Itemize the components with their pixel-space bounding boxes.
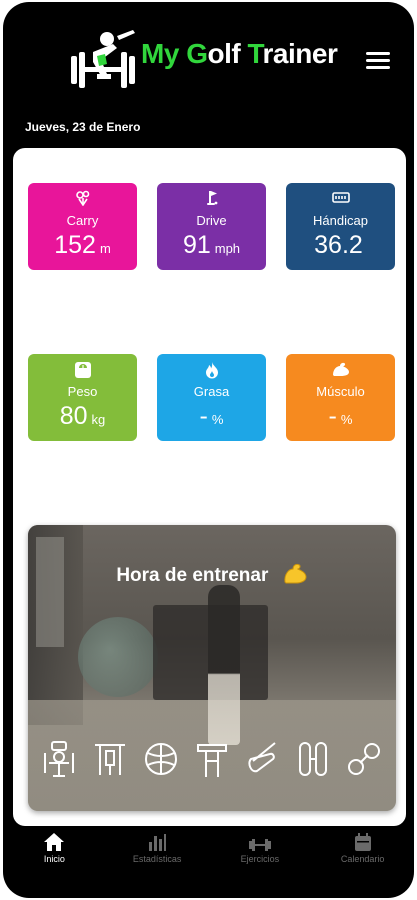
nav-calendario[interactable]: Calendario <box>311 828 414 876</box>
stat-value: -% <box>328 402 353 430</box>
flame-icon <box>157 361 266 379</box>
stat-label: Peso <box>67 384 98 399</box>
stat-value: 91 mph <box>182 231 241 259</box>
stat-card-drive[interactable]: Drive 91 mph <box>157 183 266 270</box>
stat-label: Músculo <box>316 384 365 399</box>
bottom-navigation: Inicio Estadísticas Ejercicios Calendari… <box>3 828 414 876</box>
golf-flag-icon <box>157 190 266 208</box>
brand-word-trainer: Trainer <box>247 38 338 69</box>
scale-icon <box>28 361 137 379</box>
calendar-icon <box>311 828 414 854</box>
golfer-weightlifter-logo-icon <box>71 30 135 88</box>
nav-label: Estadísticas <box>132 854 182 864</box>
hamburger-menu-icon[interactable] <box>366 52 390 70</box>
athlete-photo <box>208 585 240 745</box>
stat-value: 152 m <box>54 231 111 259</box>
stat-label: Carry <box>66 213 99 228</box>
current-date: Jueves, 23 de Enero <box>25 120 141 134</box>
stat-value: 80 kg <box>59 402 106 430</box>
flexed-arm-icon <box>286 361 395 379</box>
nav-inicio[interactable]: Inicio <box>3 828 106 876</box>
nav-ejercicios[interactable]: Ejercicios <box>209 828 312 876</box>
equipment-icons-row <box>28 737 396 781</box>
stat-card-handicap[interactable]: Hándicap 36.2 <box>286 183 395 270</box>
stat-card-peso[interactable]: Peso 80 kg <box>28 354 137 441</box>
app-screen: My Golf Trainer Jueves, 23 de Enero Carr… <box>3 2 414 898</box>
dumbbell-icon <box>344 737 384 781</box>
stat-value: 36.2 <box>314 231 363 259</box>
stat-card-musculo[interactable]: Músculo -% <box>286 354 395 441</box>
brand-word-my: My <box>141 38 179 69</box>
flexed-biceps-icon <box>284 563 307 584</box>
home-icon <box>3 828 106 854</box>
stat-label: Hándicap <box>313 213 368 228</box>
brand-title: My Golf Trainer <box>141 38 338 70</box>
brand-word-golf: Golf <box>186 38 241 69</box>
dumbbell-icon <box>209 828 312 854</box>
nav-estadisticas[interactable]: Estadísticas <box>106 828 209 876</box>
nav-label: Inicio <box>43 854 65 864</box>
pullup-bar-icon <box>90 737 130 781</box>
kettlebell-station-icon <box>192 737 232 781</box>
medicine-ball-icon <box>141 737 181 781</box>
stat-card-grasa[interactable]: Grasa -% <box>157 354 266 441</box>
trx-strap-icon <box>243 737 283 781</box>
stat-card-carry[interactable]: Carry 152 m <box>28 183 137 270</box>
bar-chart-icon <box>106 828 209 854</box>
training-card[interactable]: Hora de entrenar <box>28 525 396 811</box>
stat-label: Drive <box>196 213 227 228</box>
stat-label: Grasa <box>193 384 230 399</box>
golf-bag-icon <box>28 190 137 208</box>
dashboard-panel: Carry 152 m Drive 91 mph Hándicap 36.2 P… <box>13 148 406 826</box>
scorecard-icon <box>286 190 395 208</box>
machine-icon <box>39 737 79 781</box>
stat-value: -% <box>199 402 224 430</box>
resistance-band-icon <box>294 737 334 781</box>
app-header: My Golf Trainer Jueves, 23 de Enero <box>3 2 414 134</box>
nav-label: Ejercicios <box>240 854 280 864</box>
nav-label: Calendario <box>340 854 385 864</box>
training-title: Hora de entrenar <box>28 561 396 587</box>
